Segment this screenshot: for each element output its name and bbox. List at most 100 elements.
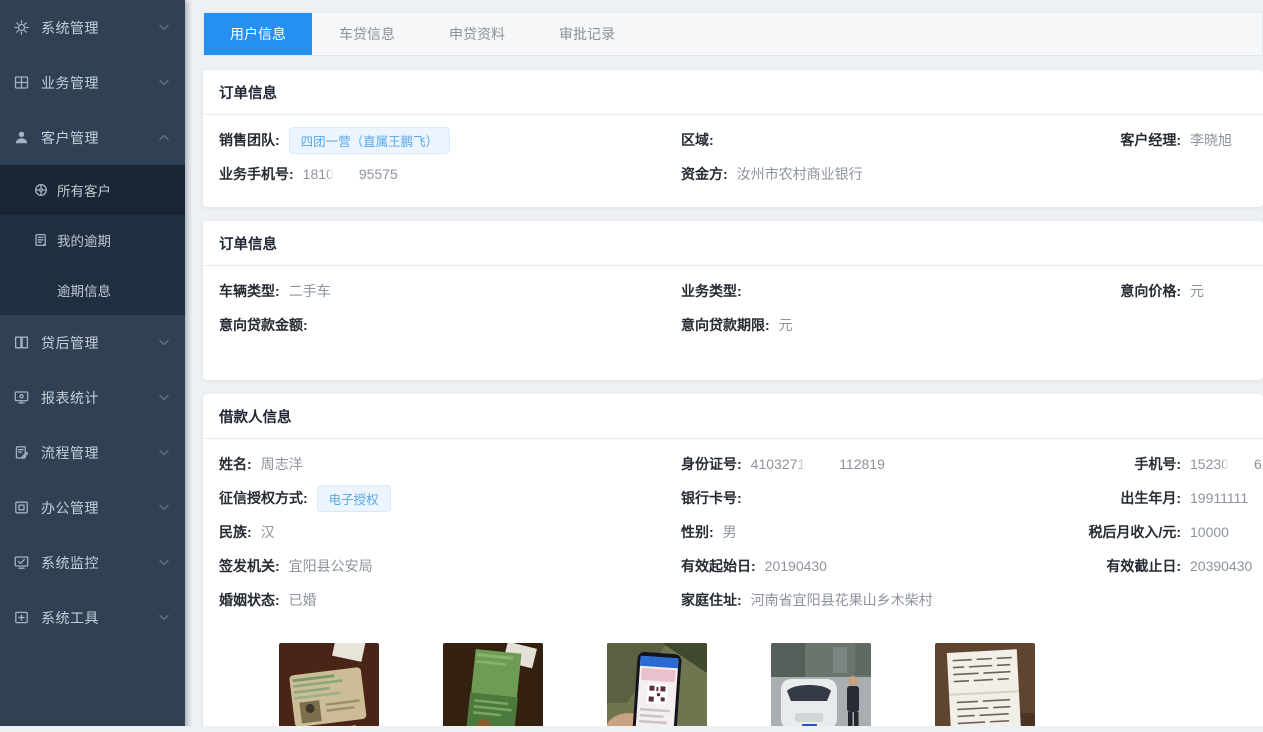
field-value: 152306137 — [1190, 456, 1263, 472]
field-label: 意向贷款金额: — [219, 315, 308, 335]
photo-person-with-car[interactable]: 人车照 — [766, 643, 876, 732]
field-label: 银行卡号: — [681, 488, 742, 508]
main-content: 用户信息 车贷信息 申贷资料 审批记录 订单信息 销售团队: 四团一营（直属王鹏… — [185, 0, 1263, 732]
field-value: 宜阳县公安局 — [289, 556, 373, 576]
field-value: 汉 — [261, 522, 275, 542]
field-home-address: 家庭住址: 河南省宜阳县花果山乡木柴村 — [681, 590, 1079, 610]
tab-label: 审批记录 — [559, 24, 615, 44]
sidebar-item-all-customers[interactable]: 所有客户 — [0, 165, 185, 215]
sidebar-item-system-monitor[interactable]: 系统监控 — [0, 535, 185, 590]
field-value: 181095575 — [303, 166, 398, 182]
chevron-down-icon — [159, 24, 169, 31]
gear-icon — [13, 19, 30, 36]
sidebar-item-overdue-info[interactable]: 逾期信息 — [0, 265, 185, 315]
field-label: 意向价格: — [1079, 281, 1181, 301]
tab-label: 申贷资料 — [449, 24, 505, 44]
tab-user-info[interactable]: 用户信息 — [204, 13, 312, 55]
borrower-photos: 身份证 — [219, 617, 1247, 732]
user-icon — [13, 129, 30, 146]
field-value: 4103271112819 — [751, 456, 885, 472]
redaction-blur — [804, 456, 840, 471]
redaction-blur — [1228, 456, 1255, 471]
field-label: 业务手机号: — [219, 164, 294, 184]
toolbox-icon — [13, 609, 30, 626]
field-intent-loan-term: 意向贷款期限: 元 — [681, 315, 1079, 335]
field-label: 税后月收入/元: — [1079, 522, 1181, 542]
field-valid-from: 有效起始日: 20190430 — [681, 556, 1079, 576]
field-value: 10000 — [1190, 524, 1229, 540]
chevron-down-icon — [159, 339, 169, 346]
photo-id-card[interactable]: 身份证 — [274, 643, 384, 732]
field-label: 销售团队: — [219, 130, 280, 150]
field-label: 家庭住址: — [681, 590, 742, 610]
field-label: 身份证号: — [681, 454, 742, 474]
sidebar-item-label: 办公管理 — [41, 498, 159, 518]
tab-approval-records[interactable]: 审批记录 — [532, 13, 642, 55]
sales-team-tag[interactable]: 四团一营（直属王鹏飞） — [289, 127, 451, 154]
field-label: 意向贷款期限: — [681, 315, 770, 335]
monitor-icon — [13, 389, 30, 406]
field-value: 元 — [1190, 281, 1204, 301]
photo-auth-screenshot[interactable]: 授权截图 — [602, 643, 712, 732]
sidebar-item-label: 所有客户 — [57, 180, 111, 200]
wheel-icon — [33, 182, 49, 198]
driver-license-photo-image — [443, 643, 543, 732]
horizontal-scrollbar-track[interactable] — [0, 726, 1263, 732]
field-label: 资金方: — [681, 164, 728, 184]
field-label: 有效截止日: — [1079, 556, 1181, 576]
sidebar-item-label: 系统管理 — [41, 18, 159, 38]
field-value: 已婚 — [289, 590, 317, 610]
tab-car-loan-info[interactable]: 车贷信息 — [312, 13, 422, 55]
card-title: 订单信息 — [203, 70, 1263, 115]
order-info-card: 订单信息 销售团队: 四团一营（直属王鹏飞） 区域: 客户经理: 李晓旭 业务手 — [203, 70, 1263, 207]
photo-driver-license[interactable]: 驾驶证照片 — [438, 643, 548, 732]
photo-other-document[interactable]: 其他材料 — [930, 643, 1040, 732]
sidebar-item-system-tools[interactable]: 系统工具 — [0, 590, 185, 645]
field-vehicle-type: 车辆类型: 二手车 — [219, 281, 681, 301]
field-business-phone: 业务手机号: 181095575 — [219, 164, 681, 184]
tab-loan-application-docs[interactable]: 申贷资料 — [422, 13, 532, 55]
field-label: 民族: — [219, 522, 252, 542]
card-title: 订单信息 — [203, 221, 1263, 266]
field-label: 签发机关: — [219, 556, 280, 576]
field-value: 李晓旭 — [1190, 130, 1232, 150]
sidebar-item-my-overdue[interactable]: 我的逾期 — [0, 215, 185, 265]
grid-icon — [13, 74, 30, 91]
chevron-down-icon — [159, 614, 169, 621]
field-value: 19911111 — [1190, 490, 1248, 506]
card-title: 借款人信息 — [203, 394, 1263, 439]
field-value: 河南省宜阳县花果山乡木柴村 — [751, 590, 933, 610]
field-label: 区域: — [681, 130, 714, 150]
field-intent-loan-amount: 意向贷款金额: — [219, 315, 681, 335]
sidebar-item-report-statistics[interactable]: 报表统计 — [0, 370, 185, 425]
field-label: 客户经理: — [1079, 130, 1181, 150]
sidebar-item-label: 系统工具 — [41, 608, 159, 628]
sidebar-submenu-customer: 所有客户 我的逾期 逾期信息 — [0, 165, 185, 315]
sidebar-item-label: 客户管理 — [41, 128, 159, 148]
chevron-up-icon — [159, 134, 169, 141]
sidebar-item-process-management[interactable]: 流程管理 — [0, 425, 185, 480]
id-card-photo-image — [279, 643, 379, 732]
credit-auth-tag[interactable]: 电子授权 — [317, 485, 391, 512]
sidebar-item-label: 贷后管理 — [41, 333, 159, 353]
field-business-type: 业务类型: — [681, 281, 1079, 301]
sidebar: 系统管理 业务管理 客户管理 所有客户 — [0, 0, 185, 732]
sidebar-item-label: 流程管理 — [41, 443, 159, 463]
sidebar-item-office-management[interactable]: 办公管理 — [0, 480, 185, 535]
field-label: 车辆类型: — [219, 281, 280, 301]
nested-square-icon — [13, 499, 30, 516]
vehicle-info-card: 订单信息 车辆类型: 二手车 业务类型: 意向价格: 元 意向贷款金额: — [203, 221, 1263, 380]
field-credit-auth-method: 征信授权方式: 电子授权 — [219, 485, 681, 512]
sidebar-item-label: 系统监控 — [41, 553, 159, 573]
chevron-down-icon — [159, 449, 169, 456]
field-customer-manager: 客户经理: 李晓旭 — [1079, 130, 1247, 150]
field-marital-status: 婚姻状态: 已婚 — [219, 590, 681, 610]
sidebar-item-system-management[interactable]: 系统管理 — [0, 0, 185, 55]
sidebar-item-postloan-management[interactable]: 贷后管理 — [0, 315, 185, 370]
field-funder: 资金方: 汝州市农村商业银行 — [681, 164, 1079, 184]
sidebar-item-customer-management[interactable]: 客户管理 — [0, 110, 185, 165]
clipboard-icon — [13, 444, 30, 461]
detail-tabs: 用户信息 车贷信息 申贷资料 审批记录 — [203, 12, 1263, 56]
auth-screenshot-photo-image — [607, 643, 707, 732]
sidebar-item-business-management[interactable]: 业务管理 — [0, 55, 185, 110]
